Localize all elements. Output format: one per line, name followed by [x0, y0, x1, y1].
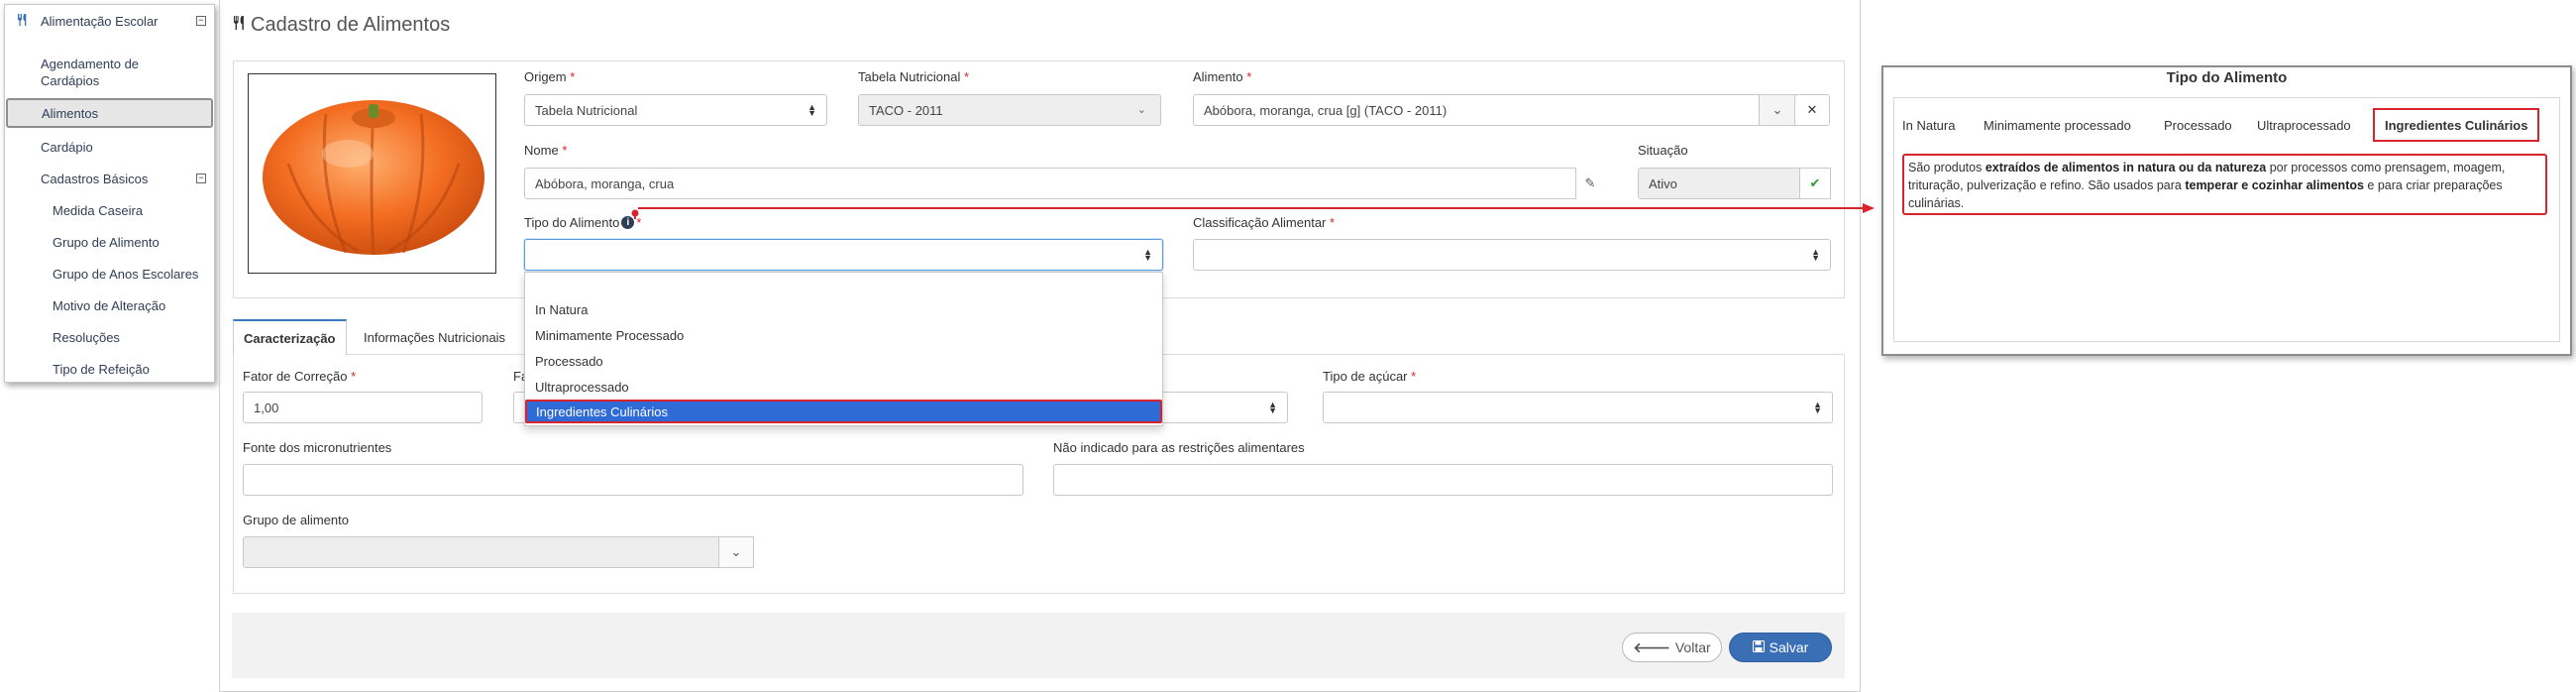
sidebar-subitem-resolucoes[interactable]: Resoluções: [5, 325, 214, 349]
grupo-select[interactable]: ⌄: [243, 536, 754, 568]
food-image: [248, 73, 496, 274]
option-minimamente-processado[interactable]: Minimamente Processado: [535, 328, 684, 343]
sidebar-item-alimentos[interactable]: Alimentos: [6, 98, 213, 128]
situacao-label: Situação: [1638, 143, 1688, 158]
alimento-select[interactable]: Abóbora, moranga, crua [g] (TACO - 2011)…: [1193, 94, 1802, 126]
alimento-value: Abóbora, moranga, crua [g] (TACO - 2011): [1204, 102, 1448, 118]
sidebar-subitem-label: Grupo de Alimento: [53, 234, 160, 250]
alimento-label: Alimento *: [1193, 69, 1252, 84]
page-title: Cadastro de Alimentos: [233, 14, 450, 37]
collapse-icon[interactable]: −: [196, 173, 206, 183]
arrow-left-icon: 🡐: [1633, 638, 1670, 655]
fator-input[interactable]: 1,00: [243, 392, 483, 423]
sidebar-subitem-motivo[interactable]: Motivo de Alteração: [5, 293, 214, 317]
situacao-input[interactable]: Ativo ✔: [1638, 168, 1831, 199]
option-ingredientes-culinarios[interactable]: Ingredientes Culinários: [525, 400, 1162, 423]
classificacao-label: Classificação Alimentar *: [1193, 215, 1336, 230]
option-in-natura[interactable]: In Natura: [535, 302, 588, 317]
sidebar-subitem-grupo-anos[interactable]: Grupo de Anos Escolares: [5, 262, 214, 286]
fonte-input[interactable]: [243, 464, 1023, 496]
tab-caracterizacao[interactable]: Caracterização: [233, 319, 347, 356]
sort-caret-icon: ▲ ▼: [1268, 400, 1277, 415]
grupo-label: Grupo de alimento: [243, 513, 349, 527]
cutlery-icon: [233, 15, 247, 36]
sidebar-item-agendamento[interactable]: Agendamento de Cardápios: [5, 53, 144, 92]
cutlery-icon: [15, 13, 31, 30]
restricoes-label: Não indicado para as restrições alimenta…: [1053, 440, 1305, 455]
sidebar-subitem-label: Resoluções: [53, 329, 120, 345]
sort-caret-icon: ▲ ▼: [1811, 247, 1820, 263]
form-footer: [232, 613, 1845, 678]
tabela-label: Tabela Nutricional *: [858, 69, 970, 84]
sidebar-subitem-medida-caseira[interactable]: Medida Caseira: [5, 198, 214, 222]
sidebar-subitem-label: Motivo de Alteração: [53, 297, 166, 313]
info-icon[interactable]: i: [621, 216, 635, 229]
sidebar-module-header[interactable]: Alimentação Escolar −: [5, 10, 214, 32]
sort-caret-icon: ▲ ▼: [1813, 400, 1822, 415]
restricoes-input[interactable]: [1053, 464, 1833, 496]
fator-value: 1,00: [254, 400, 279, 415]
sidebar-subitem-label: Tipo de Refeição: [53, 361, 150, 377]
sidebar-module-label: Alimentação Escolar: [41, 13, 159, 29]
tabela-select[interactable]: TACO - 2011 ⌄: [858, 94, 1161, 126]
salvar-button[interactable]: Salvar: [1729, 633, 1832, 662]
nome-value: Abóbora, moranga, crua: [535, 175, 675, 191]
sidebar-subitem-label: Grupo de Anos Escolares: [53, 266, 199, 282]
close-icon: ✕: [1806, 102, 1818, 117]
sidebar-item-cadastros-basicos[interactable]: Cadastros Básicos −: [5, 167, 214, 190]
sidebar-subitem-tipo-refeicao[interactable]: Tipo de Refeição: [5, 357, 214, 381]
page-title-text: Cadastro de Alimentos: [251, 14, 451, 36]
info-tab-in-natura[interactable]: In Natura: [1902, 108, 1955, 142]
salvar-label: Salvar: [1769, 639, 1809, 655]
info-description: São produtos extraídos de alimentos in n…: [1902, 154, 2547, 215]
nome-label: Nome *: [524, 143, 568, 158]
collapse-icon[interactable]: −: [196, 16, 206, 26]
acucar-label: Tipo de açúcar *: [1323, 369, 1417, 384]
origem-value: Tabela Nutricional: [535, 102, 638, 118]
clear-alimento-button[interactable]: ✕: [1794, 94, 1830, 126]
tipo-dropdown-list: In Natura Minimamente Processado Process…: [524, 272, 1163, 426]
tipo-label: Tipo do Alimento i *: [524, 215, 642, 230]
option-processado[interactable]: Processado: [535, 354, 603, 369]
origem-label: Origem *: [524, 69, 576, 84]
sidebar-subitem-label: Medida Caseira: [53, 202, 144, 218]
option-ultraprocessado[interactable]: Ultraprocessado: [535, 380, 629, 395]
chevron-down-icon[interactable]: ⌄: [718, 536, 754, 568]
sidebar-item-cardapio[interactable]: Cardápio: [5, 135, 214, 159]
edit-icon[interactable]: ✎: [1575, 168, 1604, 199]
chevron-down-icon[interactable]: ⌄: [1759, 94, 1796, 126]
tipo-select[interactable]: ▲ ▼: [524, 239, 1163, 271]
check-icon: ✔: [1799, 168, 1831, 199]
info-panel-title: Tipo do Alimento: [2166, 69, 2288, 86]
origem-select[interactable]: Tabela Nutricional ▲ ▼: [524, 94, 827, 126]
voltar-button[interactable]: 🡐 Voltar: [1622, 633, 1722, 662]
sidebar-item-label: Agendamento de Cardápios: [41, 57, 140, 88]
sort-caret-icon: ▲ ▼: [1143, 247, 1152, 263]
fonte-label: Fonte dos micronutrientes: [243, 440, 392, 455]
sidebar-item-label: Alimentos: [42, 105, 99, 121]
voltar-label: Voltar: [1674, 639, 1711, 655]
sidebar-subitem-grupo-alimento[interactable]: Grupo de Alimento: [5, 230, 214, 254]
sort-caret-icon: ▲ ▼: [807, 102, 816, 118]
acucar-select[interactable]: ▲ ▼: [1323, 392, 1833, 423]
fator-label: Fator de Correção *: [243, 369, 357, 384]
tabela-value: TACO - 2011: [869, 102, 943, 118]
nome-input[interactable]: Abóbora, moranga, crua ✎: [524, 168, 1604, 199]
sidebar: Alimentação Escolar − Agendamento de Car…: [4, 4, 215, 383]
classificacao-select[interactable]: ▲ ▼: [1193, 239, 1831, 271]
info-tab-processado[interactable]: Processado: [2164, 108, 2232, 142]
sidebar-item-label: Cardápio: [41, 139, 93, 155]
tab-informacoes-nutricionais[interactable]: Informações Nutricionais: [354, 319, 515, 355]
info-tab-ultraprocessado[interactable]: Ultraprocessado: [2257, 108, 2351, 142]
info-panel-body: In Natura Minimamente processado Process…: [1893, 97, 2560, 342]
info-tab-minimamente-processado[interactable]: Minimamente processado: [1984, 108, 2131, 142]
info-tab-ingredientes-culinarios[interactable]: Ingredientes Culinários: [2373, 108, 2540, 142]
save-icon: [1752, 639, 1765, 655]
situacao-value: Ativo: [1649, 175, 1677, 191]
chevron-down-icon: ⌄: [1136, 104, 1146, 116]
sidebar-item-label: Cadastros Básicos: [41, 171, 149, 186]
tipo-alimento-info-panel: Tipo do Alimento In Natura Minimamente p…: [1881, 65, 2572, 356]
